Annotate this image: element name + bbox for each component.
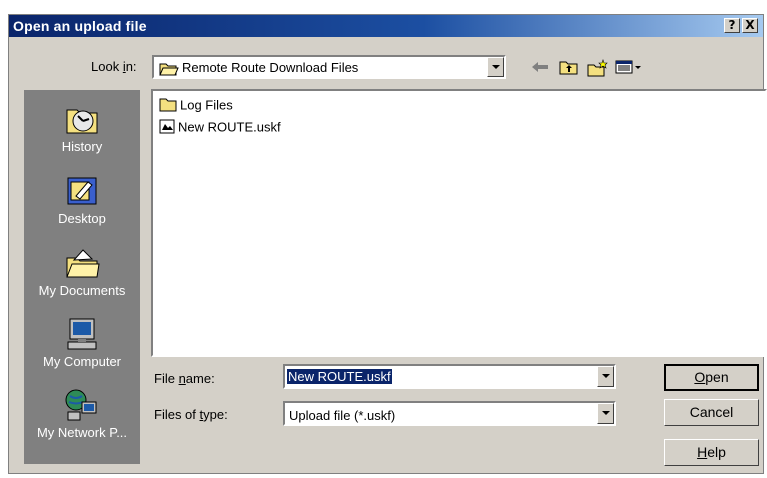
file-icon	[159, 119, 175, 137]
place-history[interactable]: History	[24, 102, 140, 154]
look-in-value: Remote Route Download Files	[182, 60, 359, 75]
place-desktop-label: Desktop	[58, 211, 106, 226]
list-item-label: New ROUTE.uskf	[178, 119, 281, 135]
file-type-value: Upload file (*.uskf)	[289, 408, 396, 423]
open-folder-icon	[159, 61, 179, 79]
place-desktop[interactable]: Desktop	[24, 174, 140, 226]
desktop-icon	[64, 174, 100, 208]
file-type-label: Files of type:	[154, 407, 228, 422]
place-history-label: History	[61, 139, 103, 154]
context-help-button[interactable]: ?	[724, 18, 740, 33]
place-my-network-places-label: My Network P...	[36, 425, 128, 440]
back-icon[interactable]	[530, 59, 550, 78]
view-menu-icon[interactable]	[615, 59, 643, 78]
up-one-level-icon[interactable]	[559, 59, 579, 78]
file-name-value: New ROUTE.uskf	[287, 369, 392, 384]
title-bar[interactable]: Open an upload file ? X	[9, 15, 763, 37]
places-bar: History Desktop My Documents My Computer…	[24, 90, 140, 464]
list-item[interactable]: Log Files	[159, 97, 233, 115]
place-my-network-places[interactable]: My Network P...	[24, 388, 140, 440]
look-in-dropdown[interactable]: Remote Route Download Files	[152, 55, 506, 79]
place-my-computer-label: My Computer	[42, 354, 122, 369]
my-computer-icon	[64, 317, 100, 351]
file-type-dropdown[interactable]: Upload file (*.uskf)	[283, 401, 616, 426]
file-name-dropdown-arrow[interactable]	[597, 366, 614, 387]
look-in-dropdown-arrow[interactable]	[487, 57, 504, 77]
file-name-label: File name:	[154, 371, 215, 386]
open-file-dialog: Open an upload file ? X Look in: Remote …	[8, 14, 767, 474]
my-documents-icon	[64, 246, 100, 280]
look-in-label: Look in:	[91, 59, 137, 74]
place-my-computer[interactable]: My Computer	[24, 317, 140, 369]
window-title: Open an upload file	[13, 18, 147, 34]
history-icon	[64, 102, 100, 136]
close-button[interactable]: X	[742, 18, 758, 33]
file-list[interactable]: Log Files New ROUTE.uskf	[151, 89, 767, 357]
file-name-input[interactable]: New ROUTE.uskf	[283, 364, 616, 389]
list-item[interactable]: New ROUTE.uskf	[159, 119, 281, 137]
place-my-documents-label: My Documents	[38, 283, 126, 298]
open-button[interactable]: Open	[664, 364, 759, 391]
create-new-folder-icon[interactable]	[587, 59, 609, 80]
folder-icon	[159, 97, 177, 115]
my-network-places-icon	[64, 388, 100, 422]
list-item-label: Log Files	[180, 97, 233, 113]
place-my-documents[interactable]: My Documents	[24, 246, 140, 298]
help-button[interactable]: Help	[664, 439, 759, 466]
cancel-button[interactable]: Cancel	[664, 399, 759, 426]
file-type-dropdown-arrow[interactable]	[597, 403, 614, 424]
